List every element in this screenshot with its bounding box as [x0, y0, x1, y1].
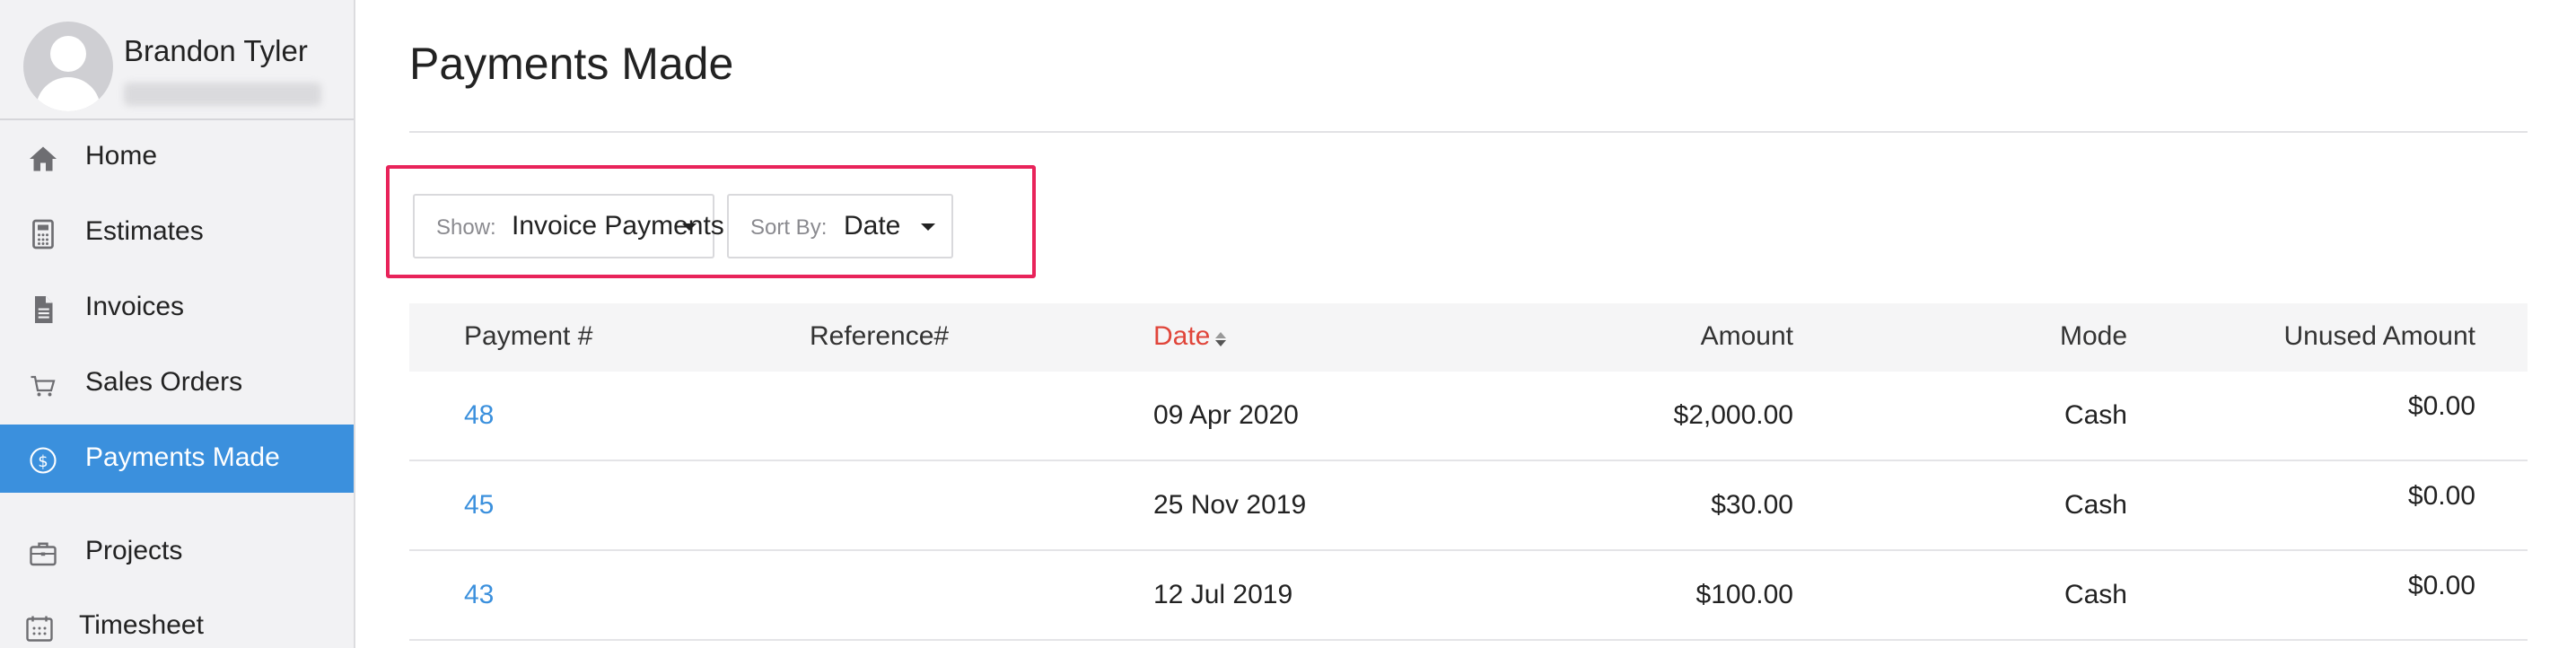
column-header-payment[interactable]: Payment #	[464, 321, 592, 352]
sort-by-value: Date	[844, 211, 901, 241]
table-row[interactable]: 43 12 Jul 2019 $100.00 Cash $0.00	[409, 551, 2528, 641]
payment-number-link[interactable]: 45	[464, 490, 494, 521]
column-header-reference[interactable]: Reference#	[810, 321, 949, 352]
sidebar-item-label: Sales Orders	[85, 367, 243, 397]
sidebar-item-home[interactable]: Home	[0, 123, 354, 191]
sidebar-item-label: Payments Made	[85, 442, 280, 472]
page-title: Payments Made	[409, 39, 734, 89]
profile-header[interactable]: Brandon Tyler	[0, 0, 354, 120]
svg-text:$: $	[38, 452, 48, 471]
sidebar-item-label: Home	[85, 141, 158, 171]
payments-table: Payment # Reference# Date Amount Mode Un…	[409, 303, 2528, 641]
sort-icon[interactable]	[1215, 332, 1226, 348]
sidebar-item-invoices[interactable]: Invoices	[0, 274, 354, 342]
column-header-unused-amount[interactable]: Unused Amount	[2284, 321, 2475, 352]
table-header: Payment # Reference# Date Amount Mode Un…	[409, 303, 2528, 372]
calendar-icon	[23, 612, 56, 644]
calculator-icon	[27, 218, 59, 250]
column-header-date[interactable]: Date	[1153, 321, 1210, 352]
sidebar-item-label: Estimates	[85, 216, 204, 246]
chevron-down-icon	[921, 223, 935, 231]
amount-cell: $2,000.00	[1673, 400, 1793, 430]
mode-cell: Cash	[2063, 400, 2127, 430]
date-cell: 09 Apr 2020	[1153, 400, 1299, 430]
unused-amount-cell: $0.00	[2407, 571, 2475, 600]
date-cell: 25 Nov 2019	[1153, 490, 1307, 520]
cart-icon	[27, 369, 59, 401]
profile-name: Brandon Tyler	[124, 34, 308, 67]
payment-number-link[interactable]: 48	[464, 400, 494, 431]
show-filter-dropdown[interactable]: Show: Invoice Payments	[413, 194, 724, 258]
date-cell: 12 Jul 2019	[1153, 580, 1293, 609]
unused-amount-cell: $0.00	[2407, 481, 2475, 511]
sidebar-item-estimates[interactable]: Estimates	[0, 198, 354, 267]
profile-email-redacted	[124, 83, 321, 106]
sidebar-item-label: Projects	[85, 536, 183, 565]
home-icon	[27, 143, 59, 175]
main-content: Payments Made Show: Invoice Payments Sor…	[355, 0, 2576, 648]
sidebar-item-label: Timesheet	[79, 610, 204, 640]
unused-amount-cell: $0.00	[2407, 391, 2475, 421]
sidebar-item-payments-made[interactable]: $ Payments Made	[0, 425, 354, 493]
sort-by-dropdown[interactable]: Sort By: Date	[727, 194, 953, 258]
column-header-amount[interactable]: Amount	[1701, 321, 1793, 352]
divider	[409, 131, 2528, 133]
chevron-down-icon	[682, 223, 697, 231]
document-icon	[27, 293, 59, 326]
payment-number-link[interactable]: 43	[464, 580, 494, 610]
avatar[interactable]	[23, 22, 113, 111]
sidebar-item-sales-orders[interactable]: Sales Orders	[0, 349, 354, 417]
show-filter-label: Show:	[436, 215, 496, 240]
table-row[interactable]: 48 09 Apr 2020 $2,000.00 Cash $0.00	[409, 372, 2528, 461]
sidebar-item-timesheet[interactable]: Timesheet	[0, 592, 354, 648]
briefcase-icon	[27, 538, 59, 570]
sort-by-label: Sort By:	[750, 215, 828, 240]
sidebar: Brandon Tyler Home Estimates Invoices Sa…	[0, 0, 355, 648]
sidebar-item-projects[interactable]: Projects	[0, 518, 354, 586]
mode-cell: Cash	[2063, 490, 2127, 520]
dollar-circle-icon: $	[27, 444, 59, 477]
amount-cell: $30.00	[1711, 490, 1793, 520]
mode-cell: Cash	[2063, 580, 2127, 609]
amount-cell: $100.00	[1695, 580, 1793, 609]
column-header-mode[interactable]: Mode	[2060, 321, 2127, 352]
sidebar-item-label: Invoices	[85, 292, 185, 321]
table-row[interactable]: 45 25 Nov 2019 $30.00 Cash $0.00	[409, 461, 2528, 551]
